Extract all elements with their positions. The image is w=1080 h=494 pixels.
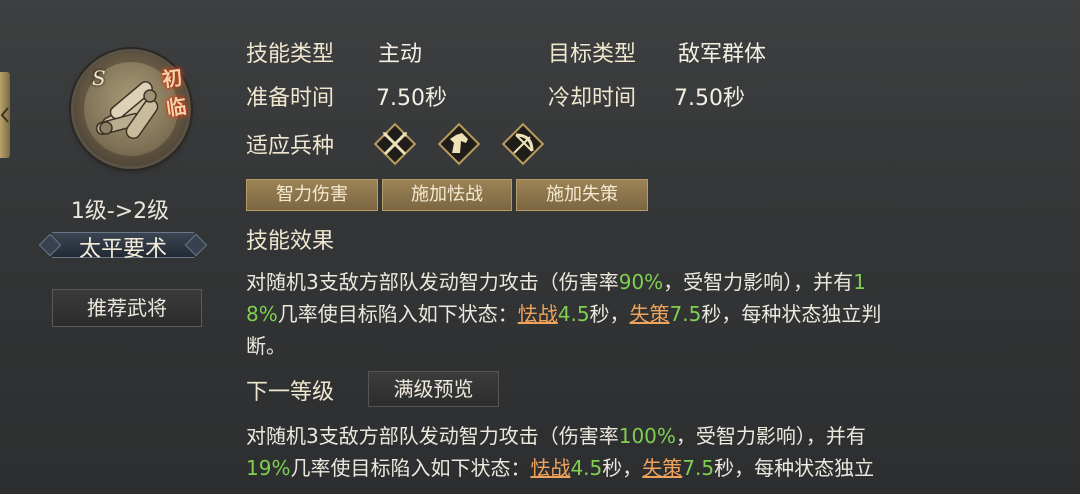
- cooldown-value: 7.50秒: [674, 86, 745, 111]
- chevron-left-icon: [0, 107, 9, 123]
- skill-effect-description: 对随机3支敌方部队发动智力攻击（伤害率90%，受智力影响），并有1 8%几率使目…: [246, 270, 882, 358]
- skill-icon-medal: S 初临: [74, 52, 188, 166]
- tag-inflict-blunder: 施加失策: [516, 179, 648, 211]
- target-type-label: 目标类型: [548, 42, 637, 67]
- spear-infantry-icon: [373, 122, 417, 166]
- recommend-generals-button[interactable]: 推荐武将: [52, 289, 202, 327]
- level-change-text: 1级->2级: [70, 199, 170, 224]
- next-level-description: 对随机3支敌方部队发动智力攻击（伤害率100%，受智力影响），并有 19%几率使…: [246, 424, 875, 480]
- troop-type-label: 适应兵种: [246, 134, 335, 159]
- archer-bow-icon: [501, 122, 545, 166]
- next-level-title: 下一等级: [246, 380, 335, 405]
- prep-time-value: 7.50秒: [376, 86, 447, 111]
- prep-time-label: 准备时间: [246, 86, 335, 111]
- skill-effect-title: 技能效果: [246, 229, 335, 254]
- skill-type-value: 主动: [378, 42, 423, 67]
- tag-inflict-fear: 施加怯战: [382, 179, 512, 211]
- tag-int-damage: 智力伤害: [246, 179, 378, 211]
- skill-name: 太平要术: [78, 237, 167, 262]
- side-collapse-tab[interactable]: [0, 72, 10, 158]
- skill-type-label: 技能类型: [246, 42, 335, 67]
- status-blunder-link[interactable]: 失策: [630, 302, 670, 326]
- cavalry-horse-icon: [437, 122, 481, 166]
- status-fear-link[interactable]: 怯战: [518, 302, 558, 326]
- full-level-preview-button[interactable]: 满级预览: [368, 371, 499, 407]
- skill-grade-badge: S: [92, 66, 106, 90]
- skill-name-banner: 太平要术: [34, 228, 212, 262]
- cooldown-label: 冷却时间: [548, 86, 637, 111]
- target-type-value: 敌军群体: [678, 42, 767, 67]
